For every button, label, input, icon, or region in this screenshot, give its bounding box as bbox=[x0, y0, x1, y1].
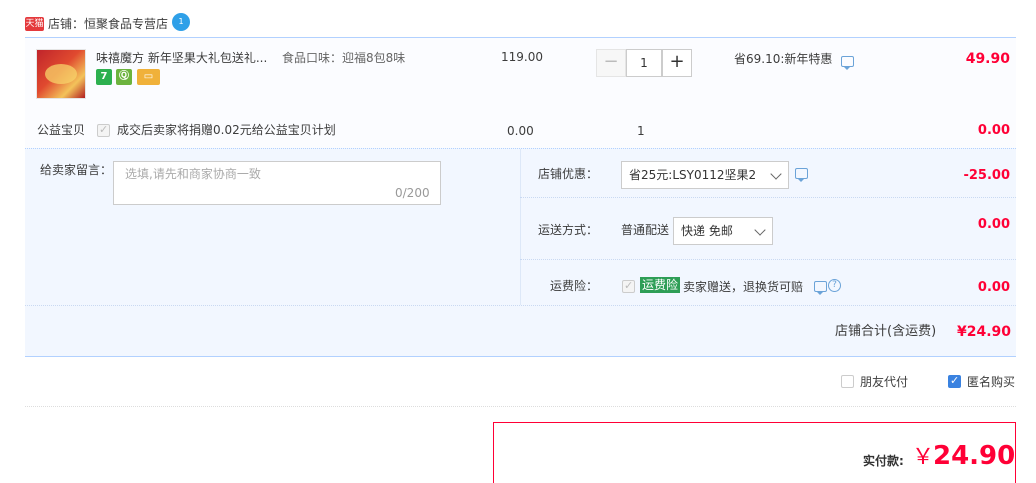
unit-price: 119.00 bbox=[501, 50, 543, 64]
shop-total-label: 店铺合计(含运费) bbox=[835, 324, 937, 339]
promotion-text: 省69.10:新年特惠 bbox=[734, 52, 833, 66]
shop-discount-select[interactable]: 省25元:LSY0112坚果2 bbox=[621, 161, 789, 189]
friend-pay-label[interactable]: 朋友代付 bbox=[860, 374, 908, 390]
chevron-down-icon bbox=[770, 168, 782, 180]
seller-message-counter: 0/200 bbox=[395, 186, 430, 200]
promo-comment-icon[interactable] bbox=[841, 56, 854, 70]
product-sku: 食品口味：迎福8包8味 bbox=[282, 51, 406, 65]
friend-pay-checkbox[interactable] bbox=[841, 375, 854, 388]
tmall-badge: 天猫 bbox=[25, 17, 44, 31]
payment-label: 实付款: bbox=[863, 454, 904, 468]
options-row-divider bbox=[520, 259, 1016, 260]
charity-total: 0.00 bbox=[977, 123, 1010, 138]
discount-comment-icon[interactable] bbox=[795, 168, 808, 182]
charity-checkbox bbox=[97, 123, 110, 137]
help-icon[interactable]: ? bbox=[828, 279, 841, 292]
anonymous-label[interactable]: 匿名购买 bbox=[967, 374, 1015, 390]
quantity-input[interactable]: 1 bbox=[626, 49, 662, 77]
seller-message-placeholder: 选填,请先和商家协商一致 bbox=[125, 167, 261, 181]
shop-name-link[interactable]: 店铺：恒聚食品专营店 bbox=[48, 15, 168, 33]
shipping-label: 运送方式： bbox=[537, 223, 598, 237]
chevron-down-icon bbox=[754, 224, 766, 236]
shop-total-amount: ¥24.90 bbox=[957, 324, 1012, 340]
seller-message-label: 给卖家留言： bbox=[40, 163, 113, 177]
insurance-amount: 0.00 bbox=[977, 280, 1010, 295]
insurance-badge: 运费险 bbox=[640, 277, 681, 293]
options-row-divider bbox=[520, 197, 1016, 198]
credit-card-icon[interactable]: ▭ bbox=[137, 69, 160, 85]
quality-guarantee-icon[interactable]: Ⓠ bbox=[116, 69, 132, 85]
payment-currency: ￥ bbox=[912, 445, 935, 470]
shop-discount-selected: 省25元:LSY0112坚果2 bbox=[629, 168, 757, 182]
insurance-checkbox bbox=[622, 279, 635, 293]
anonymous-checkbox[interactable] bbox=[948, 374, 961, 388]
insurance-label: 运费险： bbox=[549, 279, 598, 293]
shop-discount-amount: -25.00 bbox=[963, 168, 1010, 183]
item-subtotal: 49.90 bbox=[965, 51, 1010, 67]
charity-description: 成交后卖家将捐赠0.02元给公益宝贝计划 bbox=[117, 123, 336, 137]
charity-price: 0.00 bbox=[507, 124, 534, 138]
shipping-select[interactable]: 快递 免邮 bbox=[673, 217, 773, 245]
shipping-method: 普通配送 bbox=[621, 223, 670, 237]
quantity-decrease-button[interactable]: − bbox=[596, 49, 626, 77]
seven-day-return-icon[interactable]: 7 bbox=[96, 69, 112, 85]
insurance-comment-icon[interactable] bbox=[814, 281, 827, 295]
product-title-link[interactable]: 味禧魔方 新年坚果大礼包送礼... bbox=[96, 50, 267, 66]
charity-quantity: 1 bbox=[637, 124, 645, 138]
payment-amount: 24.90 bbox=[933, 441, 1016, 471]
shipping-selected: 快递 免邮 bbox=[681, 224, 733, 238]
insurance-description: 卖家赠送，退换货可赔 bbox=[683, 280, 804, 294]
section-divider bbox=[25, 406, 1016, 407]
shipping-amount: 0.00 bbox=[977, 217, 1010, 232]
wangwang-chat-icon[interactable]: 1 bbox=[172, 13, 190, 31]
quantity-increase-button[interactable]: + bbox=[662, 49, 692, 77]
product-thumbnail[interactable] bbox=[36, 49, 86, 99]
charity-label: 公益宝贝 bbox=[37, 123, 86, 137]
options-row-divider bbox=[25, 305, 1016, 306]
shop-discount-label: 店铺优惠： bbox=[537, 167, 598, 181]
